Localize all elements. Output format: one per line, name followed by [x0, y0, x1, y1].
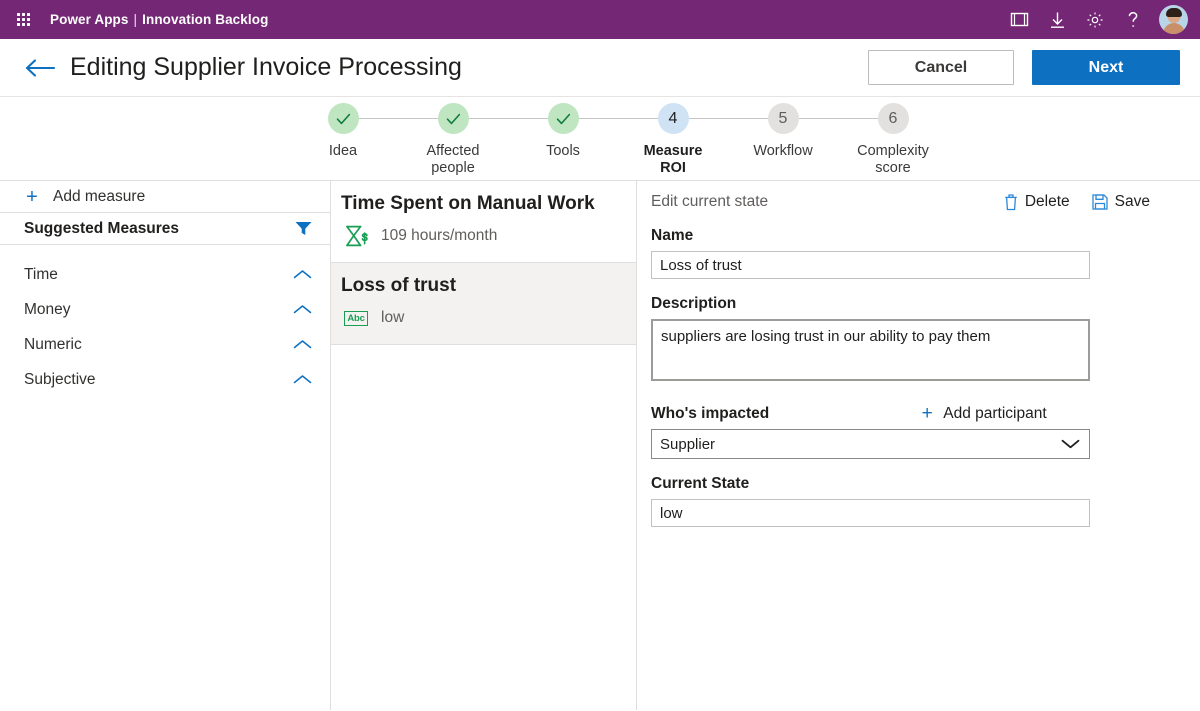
participant-select-wrap	[651, 429, 1090, 459]
save-disk-icon	[1092, 194, 1108, 210]
abc-box-label: Abc	[344, 310, 368, 326]
trash-icon	[1005, 193, 1017, 210]
measure-value: low	[381, 309, 405, 326]
sidebar-item-time[interactable]: Time	[0, 257, 330, 292]
chevron-up-icon[interactable]	[293, 339, 312, 350]
step-circle-6[interactable]: 6	[877, 103, 909, 134]
user-avatar[interactable]	[1159, 5, 1188, 34]
measure-value: 109 hours/month	[381, 227, 498, 244]
check-icon	[336, 113, 350, 124]
whos-impacted-row: Who's impacted + Add participant	[651, 404, 1090, 423]
chevron-up-icon[interactable]	[293, 304, 312, 315]
step-label-3: Tools	[546, 143, 580, 159]
abc-text-icon: Abc	[341, 306, 371, 330]
brand-separator: |	[133, 12, 138, 27]
step-label-2: Affected people	[426, 143, 480, 176]
avatar-hair	[1165, 8, 1182, 17]
gear-icon[interactable]	[1076, 0, 1114, 39]
wizard-stepper: Idea Affected people Tools 4 Measure ROI…	[0, 97, 1200, 181]
sidebar-item-subjective[interactable]: Subjective	[0, 362, 330, 397]
description-textarea[interactable]: suppliers are losing trust in our abilit…	[651, 319, 1090, 381]
hourglass-dollar-icon	[341, 224, 371, 248]
sidebar-item-numeric[interactable]: Numeric	[0, 327, 330, 362]
step-circle-5[interactable]: 5	[767, 103, 799, 134]
step-label-4: Measure ROI	[643, 143, 703, 176]
app-top-bar: Power Apps | Innovation Backlog	[0, 0, 1200, 39]
step-circle-2[interactable]	[437, 103, 469, 134]
step-circle-1[interactable]	[327, 103, 359, 134]
measure-meta: 109 hours/month	[341, 224, 622, 248]
current-state-label: Current State	[651, 475, 750, 492]
panel-title: Edit current state	[651, 193, 769, 210]
waffle-grid	[16, 13, 30, 26]
step-label-5: Workflow	[753, 143, 813, 159]
chevron-up-icon[interactable]	[293, 269, 312, 280]
description-field-label: Description	[651, 295, 737, 312]
step-idea[interactable]: Idea	[288, 97, 453, 181]
brand-area[interactable]: Power Apps | Innovation Backlog	[50, 12, 268, 27]
step-circle-3[interactable]	[547, 103, 579, 134]
measure-meta: Abc low	[341, 306, 622, 330]
delete-button[interactable]: Delete	[1004, 193, 1070, 211]
name-field-label: Name	[651, 227, 694, 244]
step-complexity-score[interactable]: 6 Complexity score	[838, 97, 948, 181]
download-icon[interactable]	[1038, 0, 1076, 39]
step-tools[interactable]: Tools	[508, 97, 673, 181]
detail-fields: Name Description suppliers are losing tr…	[637, 227, 1200, 527]
step-workflow[interactable]: 5 Workflow	[728, 97, 893, 181]
topbar-icon-group	[1000, 0, 1190, 39]
current-state-input[interactable]	[651, 499, 1090, 527]
measure-name: Time Spent on Manual Work	[341, 193, 595, 214]
category-label: Money	[24, 300, 71, 318]
avatar-body	[1162, 23, 1185, 34]
plus-icon: +	[921, 403, 933, 424]
app-launcher-icon[interactable]	[8, 5, 38, 35]
category-label: Subjective	[24, 370, 96, 388]
add-participant-label: Add participant	[943, 404, 1047, 422]
sidebar-item-money[interactable]: Money	[0, 292, 330, 327]
whos-impacted-label: Who's impacted	[651, 405, 770, 422]
stepper-track: Idea Affected people Tools 4 Measure ROI…	[288, 97, 948, 181]
suggested-measures-sidebar: + Add measure Suggested Measures Time Mo…	[0, 181, 331, 710]
list-item[interactable]: Loss of trust Abc low	[331, 263, 636, 345]
add-measure-label: Add measure	[53, 187, 146, 205]
app-name: Innovation Backlog	[142, 12, 269, 27]
add-participant-button[interactable]: + Add participant	[919, 403, 1047, 424]
chevron-up-icon[interactable]	[293, 374, 312, 385]
measure-list: Time Spent on Manual Work 109 hours/mont…	[331, 181, 637, 710]
save-label: Save	[1114, 193, 1150, 210]
add-measure-button[interactable]: + Add measure	[0, 181, 330, 213]
check-icon	[446, 113, 460, 124]
measure-name: Loss of trust	[341, 275, 457, 296]
save-button[interactable]: Save	[1092, 193, 1150, 211]
filter-icon[interactable]	[295, 221, 312, 236]
step-label-6: Complexity score	[857, 143, 929, 176]
step-affected-people[interactable]: Affected people	[398, 97, 563, 181]
step-circle-4[interactable]: 4	[657, 103, 689, 134]
name-input[interactable]	[651, 251, 1090, 279]
detail-panel-header: Edit current state Delete Save	[637, 193, 1200, 211]
category-label: Time	[24, 265, 58, 283]
back-arrow-icon[interactable]	[22, 50, 58, 86]
list-item[interactable]: Time Spent on Manual Work 109 hours/mont…	[331, 181, 636, 263]
brand-name: Power Apps	[50, 12, 129, 27]
main-content: + Add measure Suggested Measures Time Mo…	[0, 181, 1200, 710]
step-label-1: Idea	[328, 143, 358, 159]
screen-frame-icon[interactable]	[1000, 0, 1038, 39]
measure-detail-panel: Edit current state Delete Save Name Loss…	[637, 181, 1200, 710]
page-title: Editing Supplier Invoice Processing	[70, 53, 462, 81]
plus-icon: +	[26, 185, 38, 208]
step-measure-roi[interactable]: 4 Measure ROI	[618, 97, 783, 181]
measure-category-list: Time Money Numeric Subjective	[0, 245, 330, 397]
category-label: Numeric	[24, 335, 82, 353]
cancel-button[interactable]: Cancel	[868, 50, 1014, 85]
delete-label: Delete	[1024, 193, 1070, 210]
check-icon	[556, 113, 570, 124]
suggested-measures-title: Suggested Measures	[24, 219, 180, 237]
help-icon[interactable]	[1114, 0, 1152, 39]
suggested-measures-header: Suggested Measures	[0, 213, 330, 245]
next-button[interactable]: Next	[1032, 50, 1180, 85]
participant-select[interactable]	[651, 429, 1090, 459]
page-header: Editing Supplier Invoice Processing Canc…	[0, 39, 1200, 97]
